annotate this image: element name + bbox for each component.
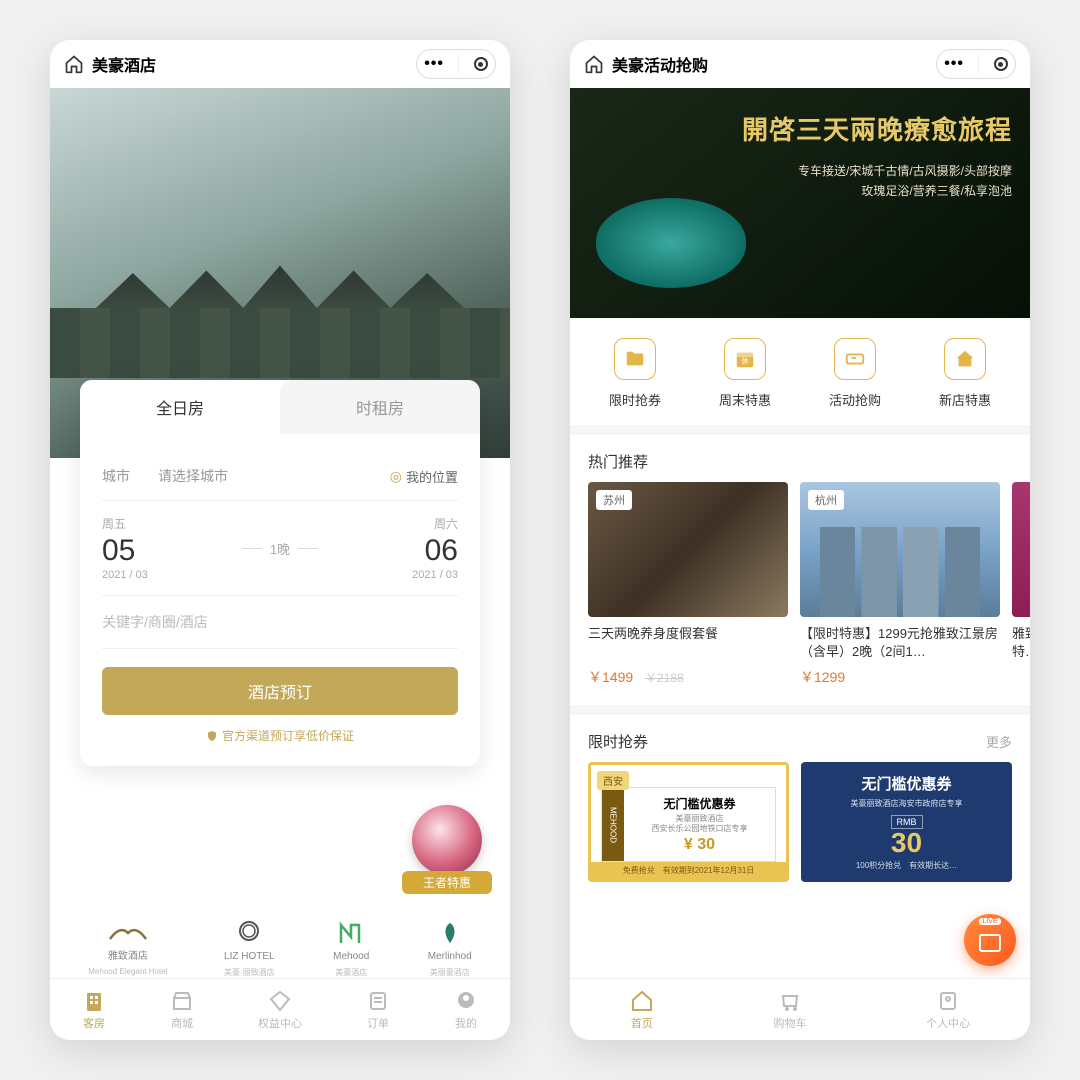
tab-profile[interactable]: 个人中心 xyxy=(926,989,970,1031)
titlebar: 美豪活动抢购 ••• xyxy=(570,40,1030,88)
home-icon[interactable] xyxy=(584,54,604,74)
checkin-date: 周五 05 2021 / 03 xyxy=(102,515,148,581)
wechat-capsule[interactable]: ••• xyxy=(936,49,1016,79)
location-pin-icon: ◎ xyxy=(390,468,402,485)
section-hot-title: 热门推荐 xyxy=(570,435,1030,482)
quick-new-store[interactable]: 新店特惠 xyxy=(939,338,991,409)
nights-count: 1晚 xyxy=(242,539,318,558)
app-title: 美豪活动抢购 xyxy=(612,52,708,76)
city-row[interactable]: 城市 请选择城市 ◎ 我的位置 xyxy=(102,452,458,501)
bottom-tabbar: 客房 商城 权益中心 订单 我的 xyxy=(50,978,510,1040)
product-card[interactable]: 杭州 【限时特惠】1299元抢雅致江景房（含早）2晚（2间1… ￥1299 xyxy=(800,482,1000,687)
house-icon xyxy=(944,338,986,380)
quick-actions-row: 限时抢券 休 周末特惠 活动抢购 新店特惠 xyxy=(570,318,1030,425)
coupons-row: 西安 MEHOOD 无门槛优惠券 美豪丽致酒店 西安长乐公园地铁口店专享 ¥ 3… xyxy=(570,762,1030,892)
cart-icon xyxy=(778,989,802,1013)
brand-logo-icon xyxy=(229,919,269,947)
coupon-city-tag: 西安 xyxy=(597,771,629,790)
product-card[interactable]: 苏州 三天两晚养身度假套餐 ￥1499 ￥2188 xyxy=(588,482,788,687)
city-tag: 苏州 xyxy=(596,490,632,510)
tab-mall[interactable]: 商城 xyxy=(170,989,194,1031)
pool-graphic xyxy=(596,198,746,288)
brand-logo-icon xyxy=(108,919,148,947)
brand-item[interactable]: Mehood 美豪酒店 xyxy=(331,919,371,978)
shop-icon xyxy=(170,989,194,1013)
banner-title: 開啓三天兩晚療愈旅程 xyxy=(588,110,1012,147)
product-name: 三天两晚养身度假套餐 xyxy=(588,625,788,661)
phone-left-booking: 美豪酒店 ••• 全日房 时租房 城市 请选择城市 ◎ 我的位置 xyxy=(50,40,510,1040)
product-image: 苏州 xyxy=(588,482,788,617)
more-icon[interactable]: ••• xyxy=(944,55,964,73)
book-hotel-button[interactable]: 酒店预订 xyxy=(102,667,458,715)
user-icon xyxy=(454,989,478,1013)
more-link[interactable]: 更多 xyxy=(986,732,1012,751)
tab-home[interactable]: 首页 xyxy=(630,989,654,1031)
brand-logo-icon xyxy=(331,919,371,947)
ticket-icon xyxy=(834,338,876,380)
diamond-icon xyxy=(268,989,292,1013)
keyword-input[interactable]: 关键字/商圈/酒店 xyxy=(102,596,458,649)
tab-benefits[interactable]: 权益中心 xyxy=(258,989,302,1031)
city-tag: 杭州 xyxy=(808,490,844,510)
booking-card: 全日房 时租房 城市 请选择城市 ◎ 我的位置 周五 05 2021 / 03 … xyxy=(80,380,480,766)
product-name: 【限时特惠】1299元抢雅致江景房（含早）2晚（2间1… xyxy=(800,625,1000,661)
brand-logos-row: 雅致酒店 Mehood Elegant Hotel LIZ HOTEL 美豪·丽… xyxy=(50,919,510,978)
quick-weekend-deal[interactable]: 休 周末特惠 xyxy=(719,338,771,409)
tab-me[interactable]: 我的 xyxy=(454,989,478,1031)
close-icon[interactable] xyxy=(474,57,488,71)
wechat-capsule[interactable]: ••• xyxy=(416,49,496,79)
section-coupon-title: 限时抢券 更多 xyxy=(570,715,1030,762)
checkout-date: 周六 06 2021 / 03 xyxy=(412,515,458,581)
shield-icon xyxy=(206,730,218,742)
brand-item[interactable]: Merlinhod 美丽豪酒店 xyxy=(428,919,472,978)
bottom-tabbar: 首页 购物车 个人中心 xyxy=(570,978,1030,1040)
home-icon xyxy=(630,989,654,1013)
quick-flash-coupon[interactable]: 限时抢券 xyxy=(609,338,661,409)
calendar-icon: 休 xyxy=(724,338,766,380)
product-image xyxy=(1012,482,1030,617)
price-guarantee: 官方渠道预订享低价保证 xyxy=(102,727,458,744)
building-icon xyxy=(82,989,106,1013)
product-card[interactable]: 雅致时特… xyxy=(1012,482,1030,687)
folder-icon xyxy=(614,338,656,380)
list-icon xyxy=(366,989,390,1013)
live-fab[interactable]: LIVE xyxy=(964,914,1016,966)
banner-subtitle-1: 专车接送/宋城千古情/古风摄影/头部按摩 xyxy=(588,161,1012,181)
app-title: 美豪酒店 xyxy=(92,52,156,76)
hot-products-scroll[interactable]: 苏州 三天两晚养身度假套餐 ￥1499 ￥2188 杭州 【限时特惠】1299元… xyxy=(570,482,1030,705)
coupon-blue[interactable]: 无门槛优惠券 美豪丽致酒店海安市政府店专享 RMB 30 100积分抢兑 有效期… xyxy=(801,762,1012,882)
titlebar: 美豪酒店 ••• xyxy=(50,40,510,88)
close-icon[interactable] xyxy=(994,57,1008,71)
brand-logo-icon xyxy=(430,919,470,947)
city-placeholder: 请选择城市 xyxy=(158,466,228,486)
quick-activity[interactable]: 活动抢购 xyxy=(829,338,881,409)
brand-item[interactable]: 雅致酒店 Mehood Elegant Hotel xyxy=(88,919,167,978)
live-badge: LIVE xyxy=(979,918,1000,925)
tv-icon xyxy=(979,934,1001,952)
tab-orders[interactable]: 订单 xyxy=(366,989,390,1031)
promo-banner[interactable]: 開啓三天兩晚療愈旅程 专车接送/宋城千古情/古风摄影/头部按摩 玫瑰足浴/营养三… xyxy=(570,88,1030,318)
room-type-tabs: 全日房 时租房 xyxy=(80,380,480,434)
profile-icon xyxy=(936,989,960,1013)
my-location-button[interactable]: ◎ 我的位置 xyxy=(390,467,458,486)
product-name: 雅致时特… xyxy=(1012,625,1030,661)
product-price: ￥1299 xyxy=(800,667,1000,687)
tab-full-day[interactable]: 全日房 xyxy=(80,380,280,434)
product-price: ￥1499 ￥2188 xyxy=(588,667,788,687)
date-range-picker[interactable]: 周五 05 2021 / 03 1晚 周六 06 2021 / 03 xyxy=(102,501,458,596)
more-icon[interactable]: ••• xyxy=(424,55,444,73)
home-icon[interactable] xyxy=(64,54,84,74)
coupon-yellow[interactable]: 西安 MEHOOD 无门槛优惠券 美豪丽致酒店 西安长乐公园地铁口店专享 ¥ 3… xyxy=(588,762,789,882)
tab-hourly[interactable]: 时租房 xyxy=(280,380,480,434)
brand-item[interactable]: LIZ HOTEL 美豪·丽致酒店 xyxy=(224,919,275,978)
promo-mascot[interactable]: 王者特惠 xyxy=(402,805,492,905)
city-label: 城市 xyxy=(102,466,158,486)
tab-cart[interactable]: 购物车 xyxy=(773,989,806,1031)
phone-right-activity: 美豪活动抢购 ••• 開啓三天兩晚療愈旅程 专车接送/宋城千古情/古风摄影/头部… xyxy=(570,40,1030,1040)
tab-rooms[interactable]: 客房 xyxy=(82,989,106,1031)
svg-text:休: 休 xyxy=(741,357,749,366)
product-image: 杭州 xyxy=(800,482,1000,617)
